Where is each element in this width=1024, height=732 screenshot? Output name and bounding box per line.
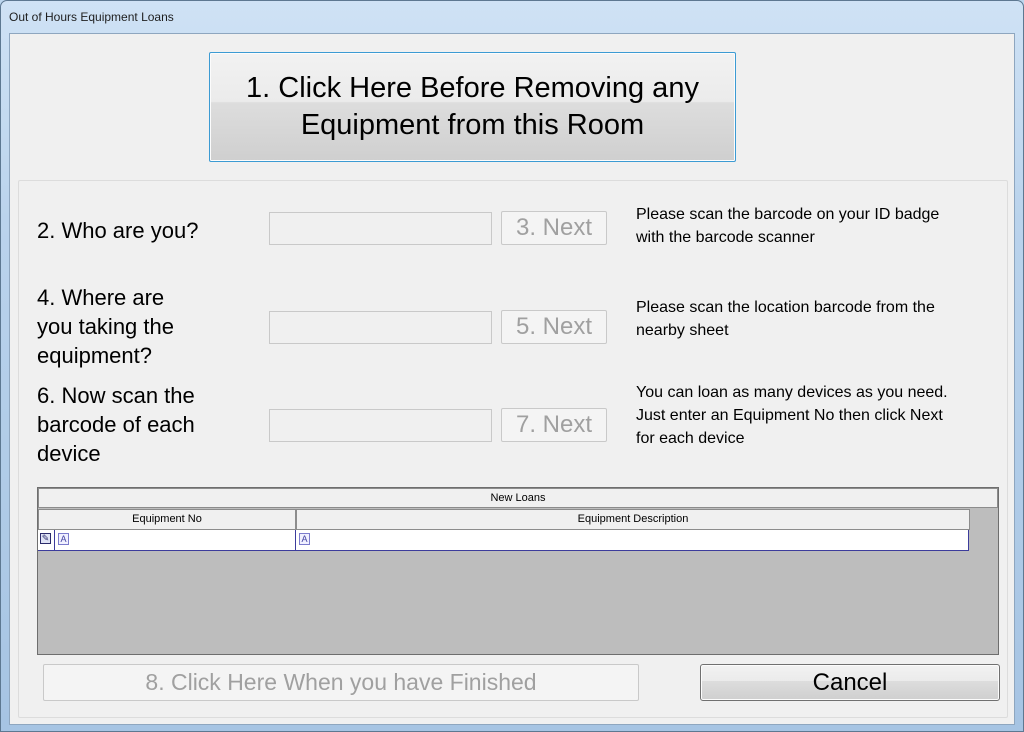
next-button-step-3[interactable]: 3. Next — [501, 211, 607, 245]
label-line: 6. Now scan the — [37, 383, 195, 408]
help-line: You can loan as many devices as you need… — [636, 384, 948, 401]
id-badge-help: Please scan the barcode on your ID badge… — [636, 203, 939, 249]
row-selector[interactable]: ✎ — [38, 530, 55, 550]
device-help: You can loan as many devices as you need… — [636, 381, 948, 450]
device-barcode-label: 6. Now scan the barcode of each device — [37, 381, 195, 468]
new-loans-grid[interactable]: New Loans Equipment No Equipment Descrip… — [37, 487, 999, 655]
next-button-step-5[interactable]: 5. Next — [501, 310, 607, 344]
app-window: Out of Hours Equipment Loans 1. Click He… — [0, 0, 1024, 732]
column-header-equipment-no[interactable]: Equipment No — [38, 509, 296, 530]
cell-equipment-description[interactable]: A — [296, 530, 969, 550]
label-line: equipment? — [37, 343, 152, 368]
client-area: 1. Click Here Before Removing any Equipm… — [9, 33, 1015, 725]
cell-equipment-no[interactable]: A — [55, 530, 296, 550]
cancel-button[interactable]: Cancel — [700, 664, 1000, 701]
help-line: Please scan the location barcode from th… — [636, 299, 935, 316]
label-line: 2. Who are you? — [37, 218, 199, 243]
window-title: Out of Hours Equipment Loans — [9, 10, 174, 24]
label-line: barcode of each — [37, 412, 195, 437]
location-help: Please scan the location barcode from th… — [636, 296, 935, 342]
who-are-you-label: 2. Who are you? — [37, 216, 198, 245]
id-badge-input[interactable] — [269, 212, 492, 245]
help-line: Just enter an Equipment No then click Ne… — [636, 407, 943, 424]
finish-button[interactable]: 8. Click Here When you have Finished — [43, 664, 639, 701]
location-label: 4. Where are you taking the equipment? — [37, 283, 174, 370]
help-line: for each device — [636, 430, 745, 447]
title-bar[interactable]: Out of Hours Equipment Loans — [1, 1, 1023, 33]
start-loan-button-line1: 1. Click Here Before Removing any — [246, 72, 699, 104]
start-loan-button-line2: Equipment from this Room — [300, 109, 645, 141]
text-type-icon: A — [299, 533, 310, 545]
edit-pencil-icon: ✎ — [40, 533, 51, 544]
help-line: nearby sheet — [636, 322, 729, 339]
location-input[interactable] — [269, 311, 492, 344]
loan-steps-panel: 2. Who are you? 3. Next Please scan the … — [18, 180, 1008, 718]
label-line: 4. Where are — [37, 285, 165, 310]
equipment-no-input[interactable] — [269, 409, 492, 442]
column-header-equipment-description[interactable]: Equipment Description — [296, 509, 970, 530]
help-line: Please scan the barcode on your ID badge — [636, 206, 940, 223]
grid-caption: New Loans — [38, 488, 998, 508]
text-type-icon: A — [58, 533, 69, 545]
new-row[interactable]: ✎ A A — [38, 530, 969, 551]
start-loan-button[interactable]: 1. Click Here Before Removing any Equipm… — [209, 52, 736, 162]
next-button-step-7[interactable]: 7. Next — [501, 408, 607, 442]
label-line: you taking the — [37, 314, 174, 339]
label-line: device — [37, 441, 101, 466]
help-line: with the barcode scanner — [636, 229, 815, 246]
